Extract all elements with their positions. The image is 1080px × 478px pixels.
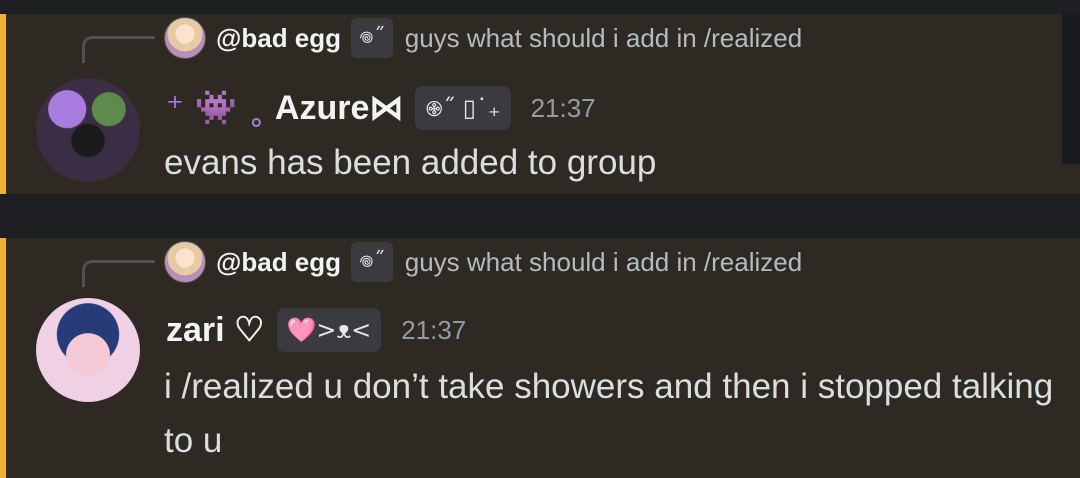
message-content: evans has been added to group (164, 143, 657, 182)
reply-avatar[interactable] (164, 241, 206, 283)
reply-text[interactable]: guys what should i add in /realized (405, 23, 802, 54)
reply-connector (82, 260, 155, 287)
reply-preview[interactable]: @bad egg 𖦹˝ guys what should i add in /r… (164, 17, 802, 59)
reply-preview[interactable]: @bad egg 𖦹˝ guys what should i add in /r… (164, 241, 802, 283)
name-decoration: ⁺ 👾 ˳ (166, 88, 265, 128)
message-header: zari ♡ 🩷>ᴥ< 21:37 (166, 308, 466, 352)
timestamp[interactable]: 21:37 (401, 315, 466, 346)
author-name[interactable]: Azure⋈ (275, 88, 403, 128)
author-name[interactable]: zari ♡ (166, 310, 265, 350)
message: @bad egg 𖦹˝ guys what should i add in /r… (0, 14, 1080, 194)
reply-user-tag: 𖦹˝ (351, 242, 393, 282)
author-badge[interactable]: 𖢄˝ ▯˙₊ (415, 86, 511, 130)
reply-avatar[interactable] (164, 17, 206, 59)
message: @bad egg 𖦹˝ guys what should i add in /r… (0, 238, 1080, 478)
avatar[interactable] (36, 78, 140, 182)
timestamp[interactable]: 21:37 (531, 93, 596, 124)
reply-user-tag: 𖦹˝ (351, 18, 393, 58)
reply-username[interactable]: @bad egg (216, 247, 341, 278)
author-badge[interactable]: 🩷>ᴥ< (276, 308, 382, 352)
reply-text[interactable]: guys what should i add in /realized (405, 247, 802, 278)
avatar[interactable] (36, 298, 140, 402)
reply-username[interactable]: @bad egg (216, 23, 341, 54)
message-content: i /realized u don’t take showers and the… (164, 367, 1054, 460)
message-header: ⁺ 👾 ˳ Azure⋈ 𖢄˝ ▯˙₊ 21:37 (166, 86, 596, 130)
scrollbar[interactable] (1062, 14, 1080, 164)
reply-connector (82, 36, 155, 63)
